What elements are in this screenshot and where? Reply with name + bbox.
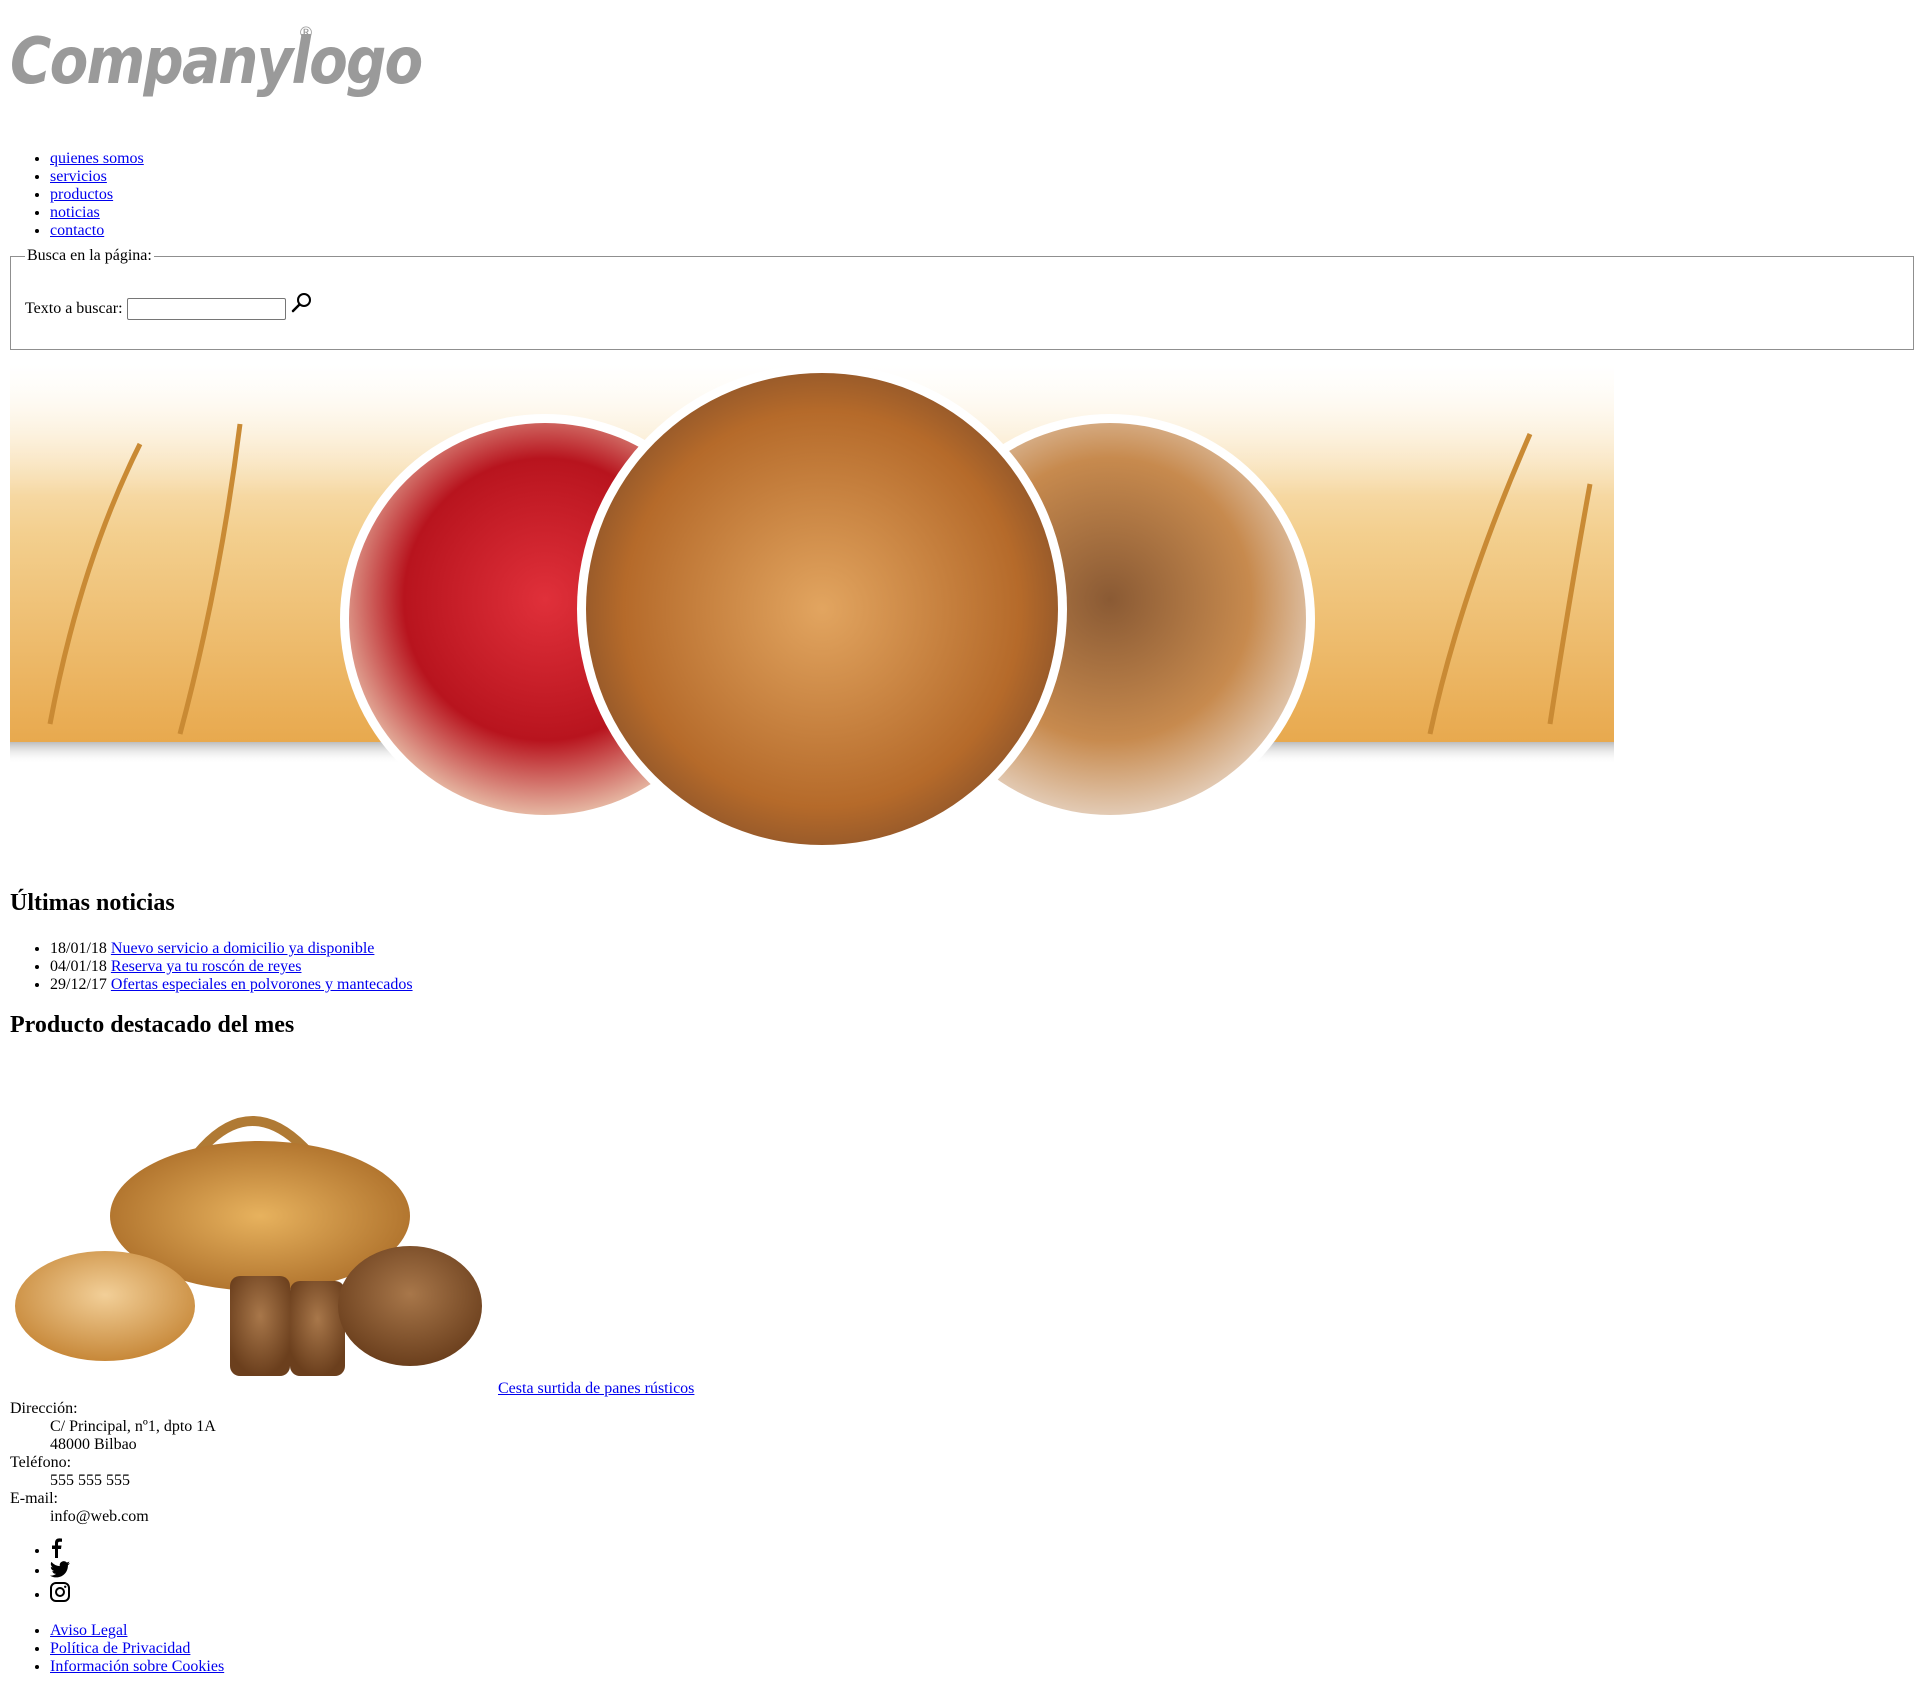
nav-item-servicios: servicios (50, 168, 144, 186)
company-logo[interactable]: Companylogo ® (10, 23, 423, 116)
featured-product-link[interactable]: Cesta surtida de panes rústicos (498, 1380, 694, 1398)
nav-item-contacto: contacto (50, 222, 144, 240)
featured-heading: Producto destacado del mes (10, 1012, 295, 1038)
nav-item-productos: productos (50, 186, 144, 204)
legal-links: Aviso Legal Política de Privacidad Infor… (10, 1622, 224, 1676)
aviso-legal-link[interactable]: Aviso Legal (50, 1622, 127, 1639)
main-nav: quienes somos servicios productos notici… (10, 150, 144, 240)
featured-product: Cesta surtida de panes rústicos (10, 1056, 694, 1398)
social-item-facebook (50, 1538, 70, 1560)
magnifier-icon (291, 293, 311, 313)
registered-mark: ® (298, 23, 314, 42)
twitter-icon (50, 1561, 70, 1578)
search-row: Texto a buscar: (25, 293, 314, 321)
search-fieldset: Busca en la página: Texto a buscar: (10, 247, 1914, 350)
nav-link-servicios[interactable]: servicios (50, 168, 107, 185)
search-button[interactable] (290, 291, 314, 315)
legal-item: Aviso Legal (50, 1622, 224, 1640)
news-date: 29/12/17 (50, 976, 107, 993)
contact-info: Dirección: C/ Principal, nº1, dpto 1A 48… (10, 1400, 216, 1526)
nav-link-quienes-somos[interactable]: quienes somos (50, 150, 144, 167)
instagram-link[interactable] (50, 1582, 70, 1603)
news-heading: Últimas noticias (10, 890, 175, 916)
nav-link-noticias[interactable]: noticias (50, 204, 100, 221)
news-date: 18/01/18 (50, 940, 107, 957)
search-legend: Busca en la página: (25, 247, 154, 266)
bread-basket-photo (15, 1116, 482, 1376)
news-item: 04/01/18 Reserva ya tu roscón de reyes (50, 958, 413, 976)
address-label: Dirección: (10, 1400, 78, 1417)
news-link[interactable]: Ofertas especiales en polvorones y mante… (111, 976, 413, 993)
search-label: Texto a buscar: (25, 299, 123, 317)
twitter-link[interactable] (50, 1561, 70, 1579)
croissants-basket-photo (577, 364, 1067, 854)
hero-illustration (10, 364, 1614, 854)
email-label: E-mail: (10, 1490, 58, 1507)
address-line-1: C/ Principal, nº1, dpto 1A (50, 1418, 216, 1435)
phone-label: Teléfono: (10, 1454, 72, 1471)
legal-item: Política de Privacidad (50, 1640, 224, 1658)
search-input[interactable] (126, 298, 286, 320)
facebook-icon (52, 1538, 62, 1558)
news-item: 18/01/18 Nuevo servicio a domicilio ya d… (50, 940, 413, 958)
nav-item-noticias: noticias (50, 204, 144, 222)
cookies-info-link[interactable]: Información sobre Cookies (50, 1658, 224, 1675)
social-item-twitter (50, 1560, 70, 1582)
address-line-2: 48000 Bilbao (50, 1436, 137, 1453)
legal-item: Información sobre Cookies (50, 1658, 224, 1676)
phone-value: 555 555 555 (50, 1472, 130, 1489)
email-value: info@web.com (50, 1508, 149, 1525)
privacy-policy-link[interactable]: Política de Privacidad (50, 1640, 190, 1657)
news-item: 29/12/17 Ofertas especiales en polvorone… (50, 976, 413, 994)
logo-text: Companylogo (10, 25, 423, 99)
news-link[interactable]: Reserva ya tu roscón de reyes (111, 958, 302, 975)
instagram-icon (50, 1582, 70, 1602)
facebook-link[interactable] (50, 1538, 62, 1559)
social-list (10, 1538, 70, 1604)
nav-item-quienes-somos: quienes somos (50, 150, 144, 168)
nav-link-contacto[interactable]: contacto (50, 222, 104, 239)
news-date: 04/01/18 (50, 958, 107, 975)
featured-image-link[interactable] (10, 1056, 494, 1395)
hero-banner (10, 364, 1614, 864)
news-list: 18/01/18 Nuevo servicio a domicilio ya d… (10, 940, 413, 994)
social-item-instagram (50, 1582, 70, 1604)
nav-link-productos[interactable]: productos (50, 186, 113, 203)
news-link[interactable]: Nuevo servicio a domicilio ya disponible (111, 940, 375, 957)
